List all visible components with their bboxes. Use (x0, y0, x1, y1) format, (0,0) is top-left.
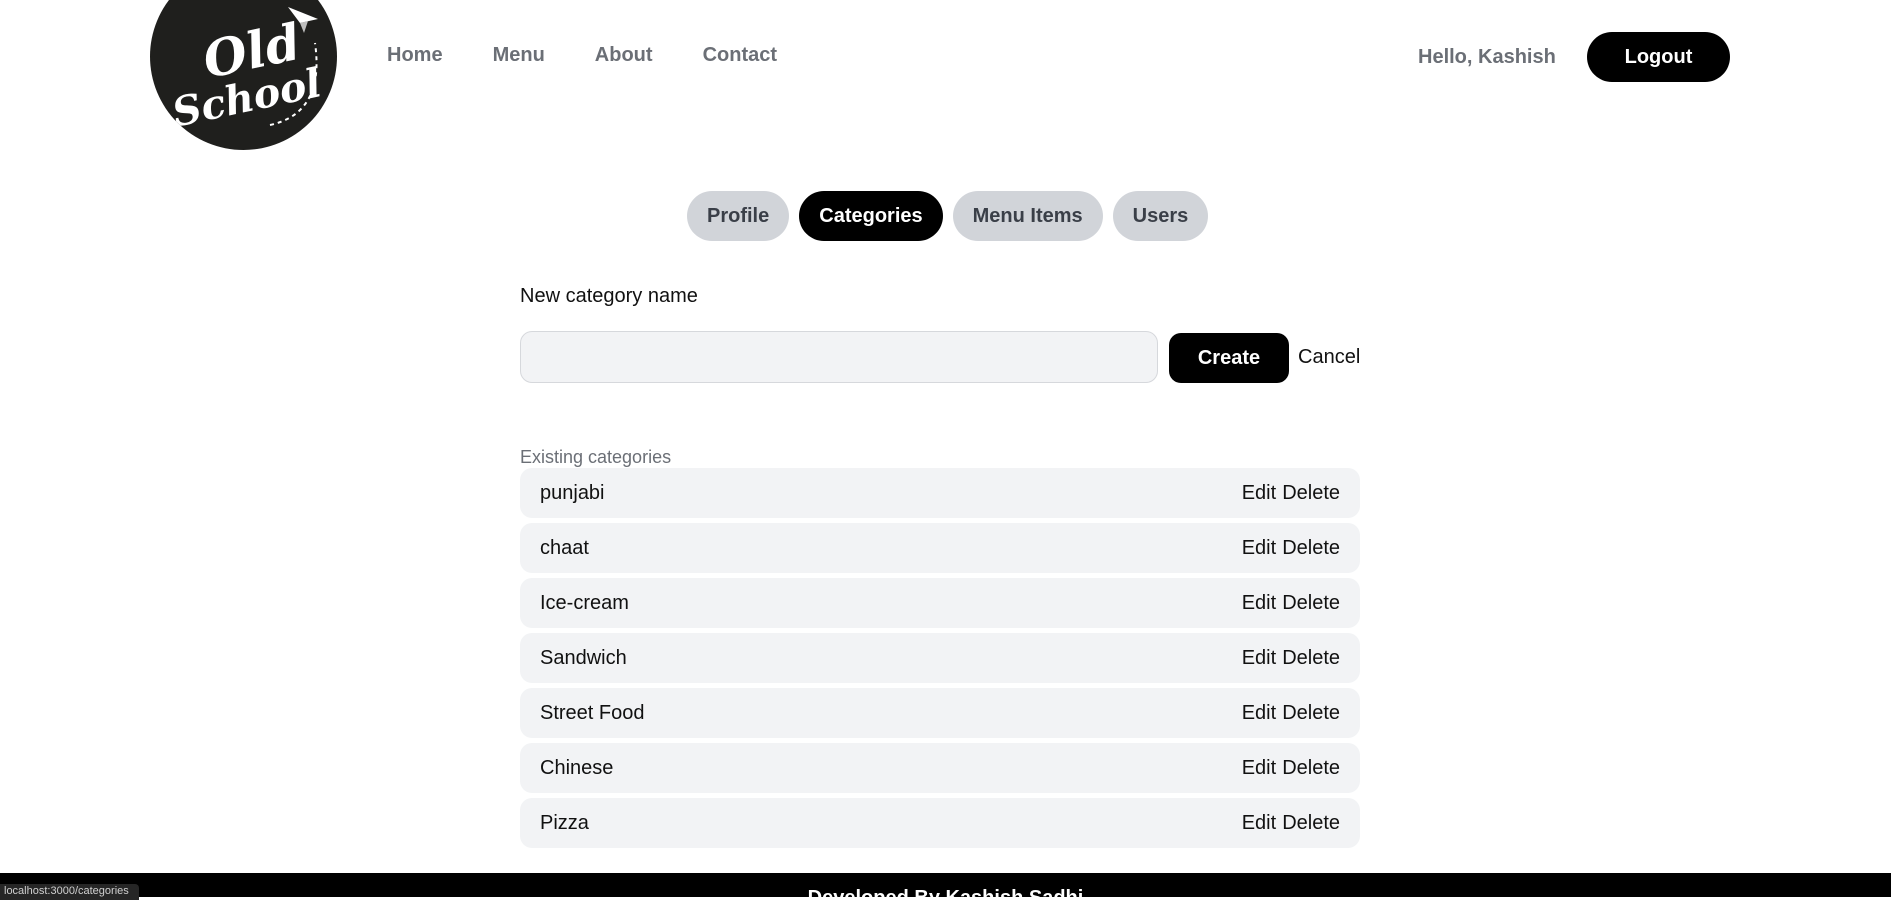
footer-credit: Developed By Kashish Sadhi (0, 887, 1891, 897)
site-footer: Developed By Kashish Sadhi (0, 873, 1891, 897)
edit-button[interactable]: Edit (1242, 812, 1276, 835)
admin-tabs: Profile Categories Menu Items Users (687, 191, 1209, 241)
site-header: Old School Home Menu About Contact Hello… (0, 0, 1891, 150)
existing-categories-heading: Existing categories (520, 447, 672, 467)
category-row: Sandwich Edit Delete (520, 633, 1360, 683)
category-row: Ice-cream Edit Delete (520, 578, 1360, 628)
category-list: punjabi Edit Delete chaat Edit Delete Ice-… (520, 468, 1360, 853)
category-name-input[interactable] (520, 331, 1158, 383)
edit-button[interactable]: Edit (1242, 757, 1276, 780)
edit-button[interactable]: Edit (1242, 702, 1276, 725)
cancel-button[interactable]: Cancel (1298, 346, 1360, 369)
old-school-logo[interactable]: Old School (150, 0, 337, 150)
delete-button[interactable]: Delete (1282, 592, 1340, 615)
tab-categories[interactable]: Categories (799, 191, 943, 241)
category-row: Street Food Edit Delete (520, 688, 1360, 738)
category-name: Street Food (540, 701, 645, 724)
edit-button[interactable]: Edit (1242, 482, 1276, 505)
category-name: Sandwich (540, 646, 627, 669)
delete-button[interactable]: Delete (1282, 537, 1340, 560)
user-greeting[interactable]: Hello, Kashish (1418, 46, 1556, 69)
category-name: Ice-cream (540, 591, 629, 614)
paper-plane-fold-icon (300, 21, 308, 33)
browser-status-url: localhost:3000/categories (0, 884, 139, 900)
new-category-label: New category name (520, 285, 698, 307)
category-row: punjabi Edit Delete (520, 468, 1360, 518)
category-name: chaat (540, 536, 589, 559)
edit-button[interactable]: Edit (1242, 647, 1276, 670)
logout-button[interactable]: Logout (1587, 32, 1730, 82)
category-name: Pizza (540, 811, 589, 834)
main-nav: Home Menu About Contact (387, 44, 777, 67)
delete-button[interactable]: Delete (1282, 647, 1340, 670)
category-row: chaat Edit Delete (520, 523, 1360, 573)
logo-graphic: Old School (168, 7, 325, 137)
tab-menu-items[interactable]: Menu Items (952, 191, 1103, 241)
delete-button[interactable]: Delete (1282, 812, 1340, 835)
delete-button[interactable]: Delete (1282, 757, 1340, 780)
delete-button[interactable]: Delete (1282, 702, 1340, 725)
create-button[interactable]: Create (1169, 333, 1289, 383)
category-name: punjabi (540, 481, 605, 504)
nav-home[interactable]: Home (387, 44, 443, 67)
nav-menu[interactable]: Menu (493, 44, 545, 67)
delete-button[interactable]: Delete (1282, 482, 1340, 505)
category-row: Chinese Edit Delete (520, 743, 1360, 793)
nav-contact[interactable]: Contact (703, 44, 777, 67)
edit-button[interactable]: Edit (1242, 537, 1276, 560)
category-name: Chinese (540, 756, 614, 779)
nav-about[interactable]: About (595, 44, 653, 67)
tab-users[interactable]: Users (1112, 191, 1209, 241)
tab-profile[interactable]: Profile (687, 191, 790, 241)
category-row: Pizza Edit Delete (520, 798, 1360, 848)
edit-button[interactable]: Edit (1242, 592, 1276, 615)
